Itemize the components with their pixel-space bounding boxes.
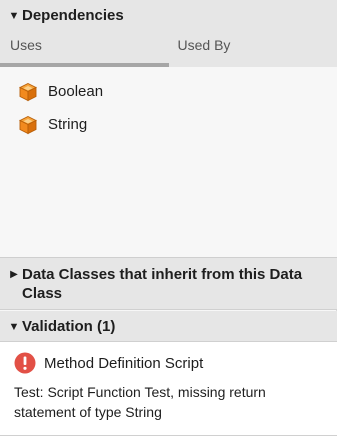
tab-used-by-label: Used By (177, 37, 231, 53)
list-item-string[interactable]: String (0, 108, 337, 141)
dependencies-panel: ▼ Dependencies Uses Used By Boolean Stri… (0, 0, 337, 436)
validation-entry[interactable]: Method Definition Script (14, 352, 203, 374)
list-item-boolean[interactable]: Boolean (0, 75, 337, 108)
inherit-section-header[interactable]: ▶ Data Classes that inherit from this Da… (0, 258, 337, 310)
error-icon (14, 352, 36, 374)
tab-uses[interactable]: Uses (0, 32, 169, 67)
tab-uses-label: Uses (10, 37, 42, 53)
validation-entry-title: Method Definition Script (44, 354, 204, 372)
tab-used-by[interactable]: Used By (169, 32, 338, 67)
validation-section-header[interactable]: ▼ Validation (1) (0, 311, 337, 342)
caret-down-icon: ▼ (8, 10, 20, 22)
data-class-cube-icon (18, 115, 38, 134)
validation-entry-message: Test: Script Function Test, missing retu… (14, 384, 266, 420)
dependencies-tabs: Uses Used By (0, 32, 337, 67)
dependencies-section-header[interactable]: ▼ Dependencies (0, 0, 337, 32)
validation-title: Validation (1) (22, 318, 116, 335)
inherit-section-title: Data Classes that inherit from this Data… (22, 266, 303, 302)
dependencies-list: Boolean String (0, 67, 337, 258)
data-class-cube-icon (18, 82, 38, 101)
validation-panel: Method Definition Script Test: Script Fu… (0, 342, 337, 436)
dependencies-title: Dependencies (22, 7, 124, 24)
list-item-label: String (48, 116, 88, 133)
caret-right-icon: ▶ (10, 269, 18, 280)
list-item-label: Boolean (48, 83, 104, 100)
caret-down-icon: ▼ (8, 321, 20, 333)
